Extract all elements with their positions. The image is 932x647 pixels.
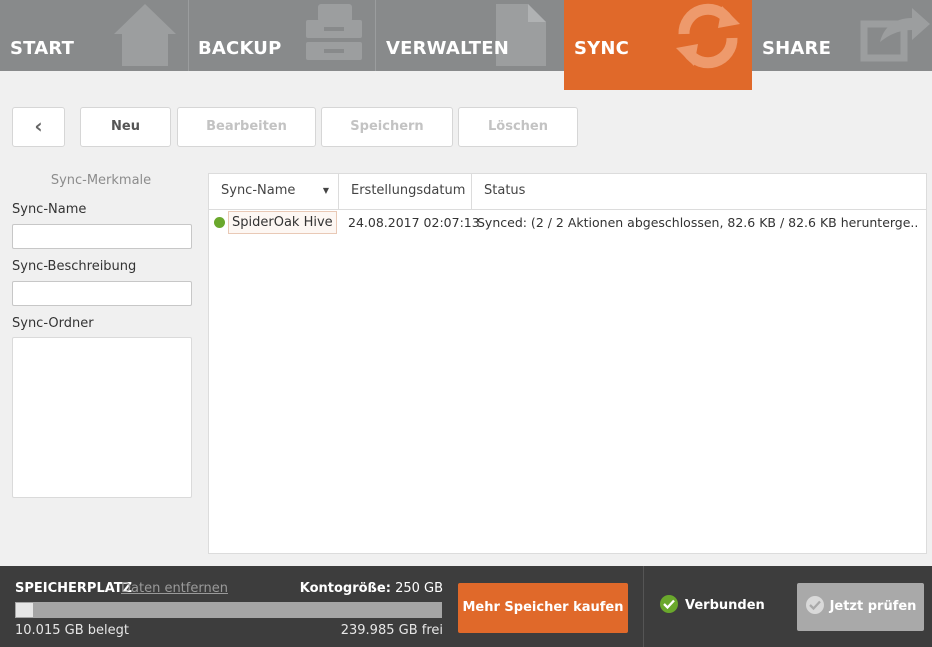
- tab-backup[interactable]: BACKUP: [188, 0, 375, 71]
- sync-description-input[interactable]: [12, 281, 192, 306]
- account-size-value: 250 GB: [395, 581, 443, 596]
- sync-table: Sync-Name ▼ Erstellungsdatum Status Spid…: [208, 173, 927, 554]
- storage-free: 239.985 GB frei: [340, 623, 443, 638]
- remove-data-link[interactable]: Daten entfernen: [121, 581, 228, 596]
- created-date-cell: 24.08.2017 02:07:13: [348, 215, 480, 230]
- column-header-status[interactable]: Status: [472, 174, 926, 210]
- tab-verwalten[interactable]: VERWALTEN: [376, 0, 564, 71]
- storage-usage-fill: [16, 603, 33, 617]
- column-header-label: Sync-Name: [221, 183, 296, 198]
- home-icon: [114, 4, 176, 66]
- storage-used: 10.015 GB belegt: [15, 623, 129, 638]
- tab-sync[interactable]: SYNC: [564, 0, 752, 90]
- edit-button[interactable]: Bearbeiten: [177, 107, 316, 147]
- tab-sync-label: SYNC: [574, 38, 630, 59]
- tab-start-label: START: [10, 38, 75, 59]
- check-circle-icon: [805, 596, 824, 614]
- divider: [643, 566, 644, 647]
- column-header-label: Erstellungsdatum: [351, 183, 466, 198]
- share-icon: [860, 8, 930, 62]
- sync-icon: [676, 3, 740, 69]
- sync-folder-list[interactable]: [12, 337, 192, 498]
- sync-name-input[interactable]: [12, 224, 192, 249]
- sync-name-label: Sync-Name: [12, 202, 87, 217]
- archive-icon: [306, 4, 362, 60]
- sync-name-cell: SpiderOak Hive: [228, 211, 337, 234]
- account-size: Kontogröße: 250 GB: [300, 581, 443, 596]
- new-button[interactable]: Neu: [80, 107, 171, 147]
- main-navigation: START BACKUP VERWALTEN SYNC SHARE: [0, 0, 932, 90]
- tab-verwalten-label: VERWALTEN: [386, 38, 509, 59]
- status-cell: Synced: (2 / 2 Aktionen abgeschlossen, 8…: [477, 215, 919, 230]
- tab-backup-label: BACKUP: [198, 38, 282, 59]
- account-size-label: Kontogröße:: [299, 581, 391, 596]
- details-heading: Sync-Merkmale: [50, 173, 152, 188]
- tab-share[interactable]: SHARE: [752, 0, 932, 71]
- check-circle-icon: [660, 595, 678, 613]
- save-button[interactable]: Speichern: [321, 107, 453, 147]
- sort-desc-icon: ▼: [322, 186, 329, 195]
- column-header-label: Status: [484, 183, 526, 198]
- document-icon: [496, 4, 546, 66]
- column-header-sync-name[interactable]: Sync-Name ▼: [209, 174, 339, 210]
- sync-folder-label: Sync-Ordner: [12, 316, 94, 331]
- tab-start[interactable]: START: [0, 0, 188, 71]
- check-now-label: Jetzt prüfen: [829, 599, 917, 614]
- sync-description-label: Sync-Beschreibung: [12, 259, 137, 274]
- check-now-button[interactable]: Jetzt prüfen: [797, 583, 924, 631]
- connection-status: Verbunden: [659, 595, 765, 616]
- status-dot-icon: [214, 217, 225, 228]
- delete-button[interactable]: Löschen: [458, 107, 578, 147]
- connection-status-label: Verbunden: [685, 598, 765, 613]
- tab-share-label: SHARE: [762, 38, 832, 59]
- storage-title: SPEICHERPLATZ: [15, 581, 133, 596]
- storage-usage-bar: [15, 602, 442, 618]
- back-button[interactable]: ‹: [12, 107, 65, 147]
- table-row[interactable]: SpiderOak Hive 24.08.2017 02:07:13 Synce…: [209, 210, 926, 236]
- buy-storage-button[interactable]: Mehr Speicher kaufen: [458, 583, 628, 633]
- column-header-created[interactable]: Erstellungsdatum: [339, 174, 472, 210]
